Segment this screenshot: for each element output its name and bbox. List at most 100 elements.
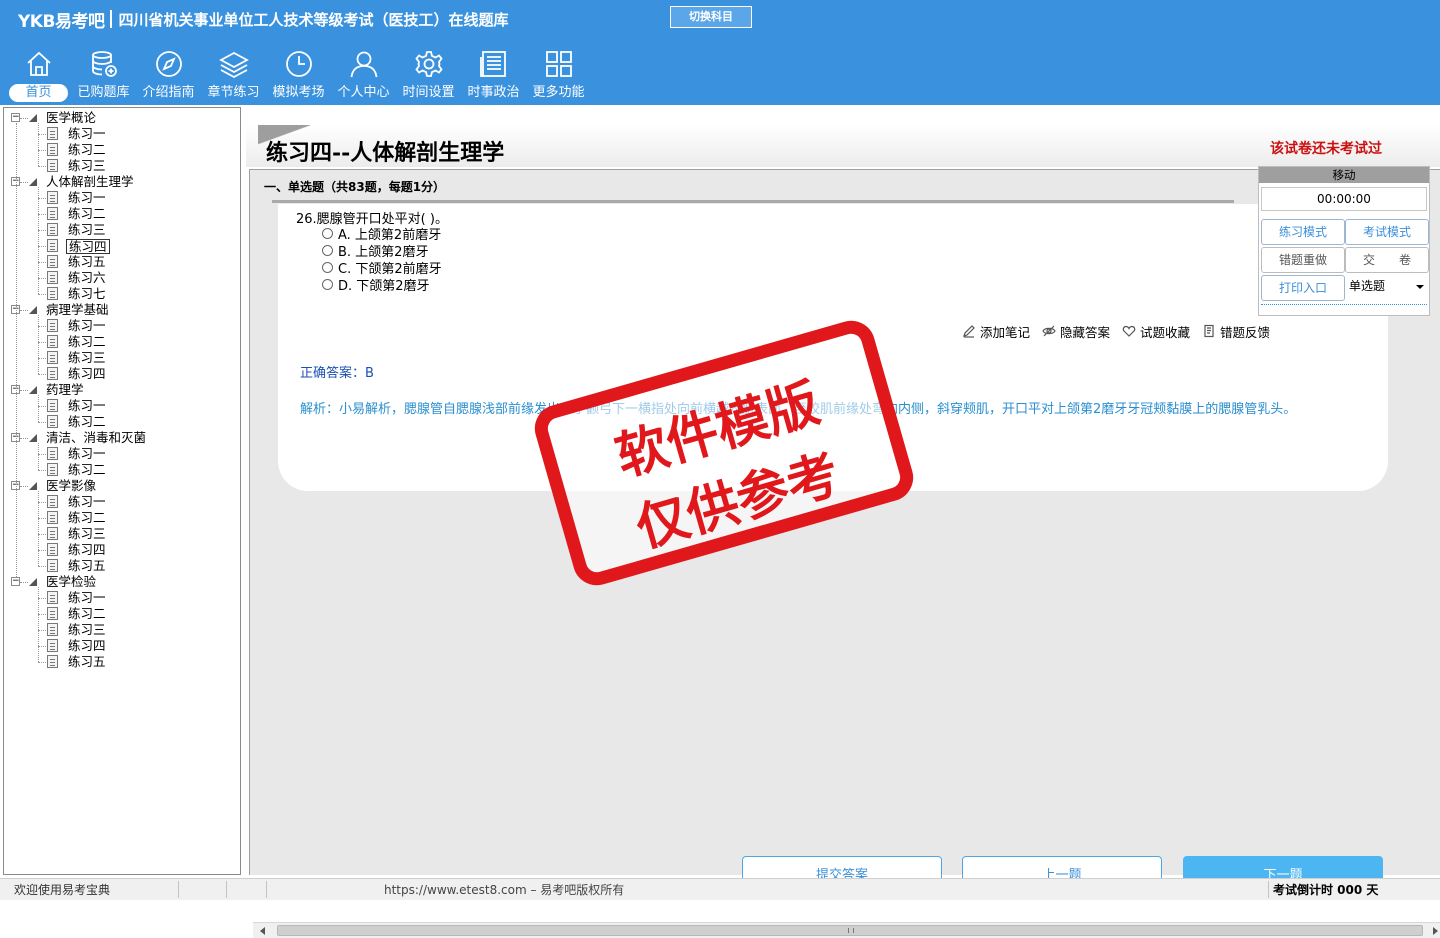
tree-category-label: 人体解剖生理学 <box>46 174 134 189</box>
error-feedback-button[interactable]: 错题反馈 <box>1202 322 1270 341</box>
tree-category[interactable]: − 清洁、消毒和灭菌 <box>8 430 240 446</box>
tree-item[interactable]: 练习一 <box>8 398 240 414</box>
nav-more-functions[interactable]: 更多功能 <box>526 46 591 104</box>
exam-mode-button[interactable]: 考试模式 <box>1345 219 1429 245</box>
radio-button[interactable] <box>322 262 333 273</box>
tree-item[interactable]: 练习二 <box>8 462 240 478</box>
tree-connector <box>38 278 46 279</box>
document-icon <box>47 255 58 268</box>
tree-category-label: 医学概论 <box>46 110 97 125</box>
favorite-button[interactable]: 试题收藏 <box>1122 322 1190 341</box>
tree-item[interactable]: 练习二 <box>8 606 240 622</box>
print-entry-button[interactable]: 打印入口 <box>1261 275 1345 301</box>
tree-item[interactable]: 练习二 <box>8 334 240 350</box>
tree-item[interactable]: 练习一 <box>8 190 240 206</box>
chevron-down-icon <box>1416 285 1424 289</box>
nav-label: 更多功能 <box>532 85 585 100</box>
tree-connector <box>38 198 46 199</box>
add-note-button[interactable]: 添加笔记 <box>962 322 1030 341</box>
tree-connector <box>38 534 46 535</box>
document-icon <box>47 543 58 556</box>
tree-category[interactable]: − 人体解剖生理学 <box>8 174 240 190</box>
tree-item[interactable]: 练习四 <box>8 542 240 558</box>
tree-category[interactable]: − 医学概论 <box>8 110 240 126</box>
tree-item-label: 练习五 <box>68 558 106 573</box>
tree-item[interactable]: 练习二 <box>8 206 240 222</box>
exam-title-bar: 练习四--人体解剖生理学 该试卷还未考试过 <box>246 125 1440 167</box>
tree-item[interactable]: 练习二 <box>8 510 240 526</box>
scroll-right-icon[interactable] <box>1433 927 1438 935</box>
tree-item-label: 练习三 <box>68 222 106 237</box>
tree-item[interactable]: 练习五 <box>8 654 240 670</box>
collapse-toggle-icon[interactable]: − <box>11 577 20 586</box>
tree-item[interactable]: 练习三 <box>8 222 240 238</box>
tool-label: 试题收藏 <box>1140 324 1191 340</box>
practice-mode-button[interactable]: 练习模式 <box>1261 219 1345 245</box>
tree-item[interactable]: 练习七 <box>8 286 240 302</box>
tree-connector <box>38 230 46 231</box>
tree-item[interactable]: 练习一 <box>8 126 240 142</box>
tree-item[interactable]: 练习四 <box>8 238 240 254</box>
exam-status: 该试卷还未考试过 <box>1270 141 1382 157</box>
radio-button[interactable] <box>322 245 333 256</box>
tree-connector <box>38 598 46 599</box>
tree-connector <box>38 646 46 647</box>
nav-home[interactable]: 首页 <box>6 46 71 104</box>
horizontal-scrollbar[interactable] <box>253 922 1440 938</box>
status-divider <box>178 881 179 898</box>
tree-item[interactable]: 练习三 <box>8 622 240 638</box>
switch-subject-button[interactable]: 切换科目 <box>670 6 752 28</box>
tree-item-label: 练习二 <box>68 462 106 477</box>
submit-paper-button[interactable]: 交 卷 <box>1345 247 1429 273</box>
document-icon <box>47 335 58 348</box>
nav-personal-center[interactable]: 个人中心 <box>331 46 396 104</box>
tree-item[interactable]: 练习四 <box>8 366 240 382</box>
tree-connector <box>38 630 46 631</box>
tree-category[interactable]: − 医学检验 <box>8 574 240 590</box>
scroll-left-icon[interactable] <box>260 927 265 935</box>
radio-button[interactable] <box>322 228 333 239</box>
tree-item-label: 练习二 <box>68 510 106 525</box>
chapter-tree: − 医学概论 练习一 练习二 练习三 − 人体解剖生理学 练习一 练习二 练习三 练习四 练习五 练习六… <box>8 110 240 874</box>
tree-item[interactable]: 练习一 <box>8 446 240 462</box>
tree-item[interactable]: 练习二 <box>8 414 240 430</box>
tree-item[interactable]: 练习一 <box>8 590 240 606</box>
nav-time-settings[interactable]: 时间设置 <box>396 46 461 104</box>
tree-item[interactable]: 练习四 <box>8 638 240 654</box>
option-a[interactable]: A. 上颌第2前磨牙 <box>322 225 441 243</box>
tree-connector <box>38 587 39 662</box>
move-handle[interactable]: 移动 <box>1259 167 1429 183</box>
panel-scrollbar[interactable] <box>1261 304 1427 310</box>
hide-answer-button[interactable]: 隐藏答案 <box>1042 322 1110 341</box>
tree-item[interactable]: 练习六 <box>8 270 240 286</box>
collapse-toggle-icon[interactable]: − <box>11 113 20 122</box>
section-header: 一、单选题（共83题，每题1分） <box>264 180 446 194</box>
option-d[interactable]: D. 下颌第2磨牙 <box>322 276 430 294</box>
tree-item[interactable]: 练习三 <box>8 350 240 366</box>
option-c[interactable]: C. 下颌第2前磨牙 <box>322 259 442 277</box>
nav-chapter-practice[interactable]: 章节练习 <box>201 46 266 104</box>
option-b[interactable]: B. 上颌第2磨牙 <box>322 242 428 260</box>
redo-wrong-button[interactable]: 错题重做 <box>1261 247 1345 273</box>
tree-item[interactable]: 练习五 <box>8 254 240 270</box>
tree-item-label: 练习三 <box>68 158 106 173</box>
nav-guide[interactable]: 介绍指南 <box>136 46 201 104</box>
tree-item[interactable]: 练习一 <box>8 318 240 334</box>
tree-item[interactable]: 练习三 <box>8 526 240 542</box>
nav-purchased[interactable]: 已购题库 <box>71 46 136 104</box>
tree-category[interactable]: − 医学影像 <box>8 478 240 494</box>
tree-category[interactable]: − 病理学基础 <box>8 302 240 318</box>
radio-button[interactable] <box>322 279 333 290</box>
nav-current-affairs[interactable]: 时事政治 <box>461 46 526 104</box>
scrollbar-thumb[interactable] <box>277 925 1423 936</box>
main-nav: 首页 已购题库 介绍指南 章节练习 模拟考场 个人中心 时间设置 时事政治 更多… <box>6 46 591 104</box>
question-type-select[interactable]: 单选题 <box>1346 275 1428 299</box>
tree-item[interactable]: 练习一 <box>8 494 240 510</box>
tree-item[interactable]: 练习五 <box>8 558 240 574</box>
tree-item[interactable]: 练习二 <box>8 142 240 158</box>
tree-item-label: 练习一 <box>68 398 106 413</box>
nav-mock-exam[interactable]: 模拟考场 <box>266 46 331 104</box>
grid-icon <box>545 51 572 77</box>
tree-item[interactable]: 练习三 <box>8 158 240 174</box>
tree-category[interactable]: − 药理学 <box>8 382 240 398</box>
